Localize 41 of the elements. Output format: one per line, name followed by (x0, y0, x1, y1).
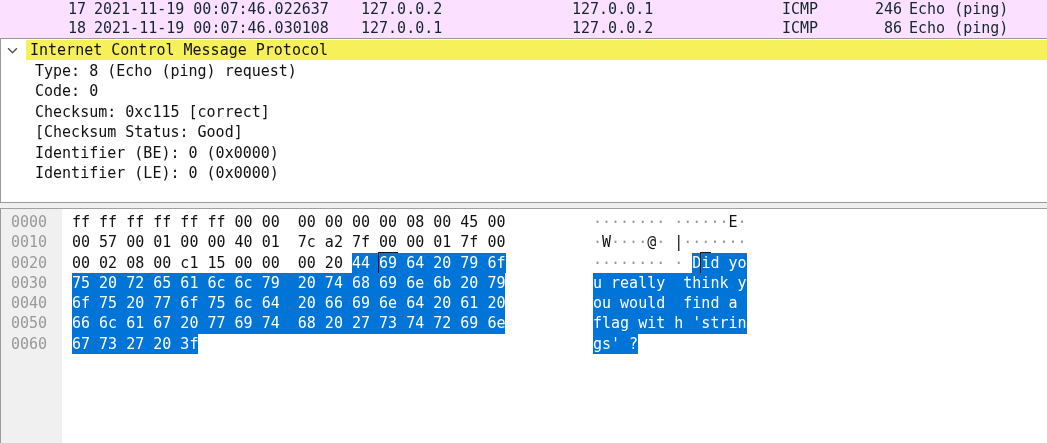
hex-bytes[interactable]: 66 6c 61 67 20 77 69 74 68 20 27 73 74 72 69 6e (72, 313, 506, 334)
tree-item[interactable]: Identifier (BE): 0 (0x0000) (31, 142, 283, 163)
ascii-text[interactable]: · (737, 212, 747, 233)
hex-bytes[interactable]: 75 20 72 65 61 6c 6c 79 20 74 68 69 6e 6b 20 79 (72, 272, 506, 294)
ascii-text[interactable]: ou would find a (593, 293, 747, 314)
ascii-text[interactable]: · (593, 232, 603, 253)
hex-bytes[interactable]: 44 (351, 252, 380, 273)
hex-bytes[interactable]: 67 73 27 20 3f (72, 333, 199, 355)
hex-bytes[interactable]: 69 (379, 252, 398, 273)
ascii-text[interactable]: @ (647, 232, 657, 253)
hex-bytes[interactable]: ff ff ff ff ff ff 00 00 00 00 00 00 08 00 45 00 (72, 212, 506, 233)
hex-bytes[interactable]: 6f 75 20 77 6f 75 6c 64 20 66 69 6e 64 20 61 20 (72, 293, 506, 314)
hex-bytes[interactable]: 64 20 79 6f (397, 252, 506, 273)
byte-offset: 0030 (11, 272, 49, 294)
ascii-text[interactable]: gs' ? (593, 333, 639, 355)
ascii-text[interactable]: i (701, 252, 711, 273)
ascii-text[interactable]: u really think y (593, 272, 747, 294)
ascii-text[interactable]: | (674, 232, 684, 253)
byte-offset: 0040 (11, 293, 49, 314)
byte-offset: 0000 (11, 212, 49, 233)
ascii-text[interactable]: · (656, 232, 675, 253)
tree-item[interactable]: [Checksum Status: Good] (31, 122, 247, 143)
byte-offset: 0010 (11, 232, 49, 253)
ascii-text[interactable]: E (728, 212, 738, 233)
tree-item[interactable]: Internet Control Message Protocol (26, 40, 1047, 61)
byte-offset: 0060 (11, 333, 49, 355)
ascii-text[interactable]: ········ ······ (593, 212, 729, 233)
ascii-text[interactable]: ···· (611, 232, 648, 253)
tree-item[interactable]: Type: 8 (Echo (ping) request) (31, 60, 301, 81)
ascii-text[interactable]: d yo (710, 252, 747, 273)
ascii-text[interactable]: W (602, 232, 612, 253)
tree-item[interactable]: Code: 0 (31, 81, 103, 102)
ascii-text[interactable]: ······· (683, 232, 747, 253)
ascii-text[interactable]: flag wit h 'strin (593, 313, 747, 334)
tree-item[interactable]: Checksum: 0xc115 [correct] (31, 101, 274, 122)
hex-bytes[interactable]: 00 57 00 01 00 00 40 01 7c a2 7f 00 00 01 7f 00 (72, 232, 506, 253)
tree-item[interactable]: Identifier (LE): 0 (0x0000) (31, 163, 283, 184)
ascii-text[interactable]: ········ · (593, 252, 693, 273)
byte-offset: 0050 (11, 313, 49, 334)
hex-bytes[interactable]: 00 02 08 00 c1 15 00 00 00 20 (72, 252, 352, 273)
byte-offset: 0020 (11, 252, 49, 273)
